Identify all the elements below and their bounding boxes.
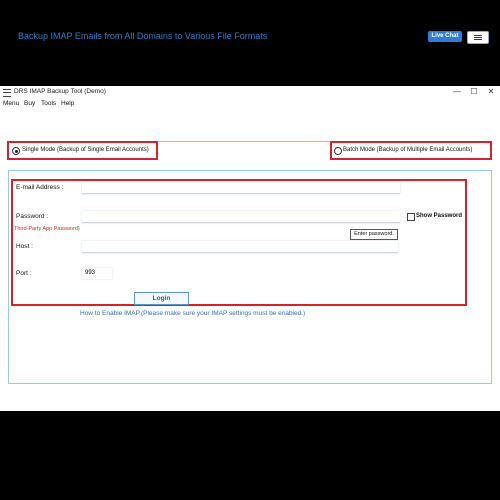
hamburger-menu-button[interactable] [467,31,489,44]
port-label: Port : [16,270,32,277]
single-mode-label[interactable]: Single Mode (Backup of Single Email Acco… [22,147,149,153]
enter-password-tooltip: Enter password. [350,229,398,240]
host-label: Host : [16,243,33,250]
show-password-checkbox[interactable] [407,213,415,221]
password-label: Password : [16,213,49,220]
menu-bar: Menu Buy Tools Help [0,99,500,110]
enable-imap-link[interactable]: How to Enable IMAP.(Please make sure you… [80,310,305,317]
page-heading: Backup IMAP Emails from All Domains to V… [18,31,268,41]
password-field[interactable] [82,211,400,223]
menu-item-help[interactable]: Help [61,100,74,107]
batch-mode-label[interactable]: Batch Mode (Backup of Multiple Email Acc… [343,147,472,153]
single-mode-radio[interactable] [12,147,20,155]
menu-item-buy[interactable]: Buy [24,100,35,107]
minimize-button[interactable]: — [450,86,464,98]
third-party-hint: Third-Party App Password) [14,226,80,232]
window-title: DRS IMAP Backup Tool (Demo) [14,88,106,95]
batch-mode-radio[interactable] [334,147,342,155]
live-chat-button[interactable]: Live Chat [428,31,462,42]
host-field[interactable] [82,241,398,253]
menu-item-tools[interactable]: Tools [41,100,56,107]
menu-item-menu[interactable]: Menu [3,100,19,107]
title-bar: DRS IMAP Backup Tool (Demo) — ☐ ✕ [0,86,500,99]
email-field[interactable] [82,182,400,194]
app-icon [3,89,11,97]
close-button[interactable]: ✕ [484,86,498,98]
port-field[interactable]: 993 [82,268,112,279]
maximize-button[interactable]: ☐ [467,86,481,98]
show-password-label[interactable]: Show Password [416,213,462,219]
login-button[interactable]: Login [134,292,189,305]
email-label: E-mail Address : [16,184,64,191]
hamburger-icon [474,35,482,36]
